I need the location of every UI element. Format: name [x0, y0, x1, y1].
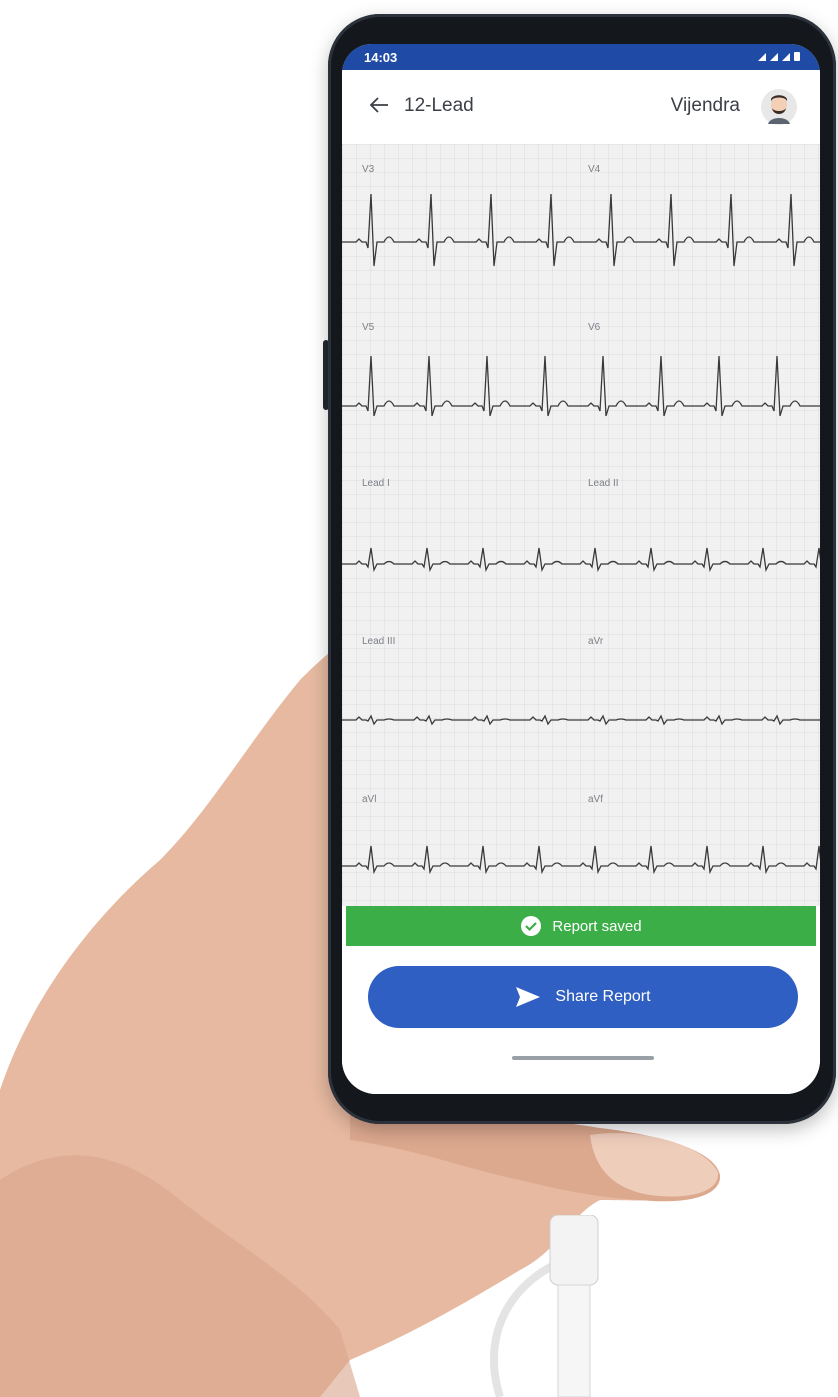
signal-battery-icon — [758, 52, 800, 61]
banner-text: Report saved — [552, 917, 642, 935]
page-title: 12-Lead — [404, 95, 474, 116]
phone-screen: 14:03 12-Lead Vijendra V3 V4 V5 V6 Lead … — [342, 44, 820, 1094]
ecg-traces — [342, 193, 820, 875]
status-bar: 14:03 — [342, 44, 820, 70]
avatar[interactable] — [760, 88, 798, 126]
app-bar: 12-Lead Vijendra — [342, 70, 820, 144]
ecg-trace-row-5 — [342, 845, 820, 875]
usb-cable — [489, 1215, 599, 1397]
check-circle-icon — [521, 916, 542, 936]
ecg-trace-row-3 — [342, 547, 820, 573]
ecg-grid: V3 V4 V5 V6 Lead I Lead II Lead III aVr … — [342, 144, 820, 906]
share-button-label: Share Report — [555, 988, 651, 1005]
status-icons — [756, 50, 802, 65]
bottom-action-area: Share Report — [342, 946, 820, 1094]
ecg-trace-row-1 — [342, 193, 820, 267]
ecg-trace-row-4 — [342, 714, 820, 726]
home-indicator[interactable] — [512, 1056, 654, 1060]
status-time: 14:03 — [364, 50, 398, 65]
share-report-button[interactable]: Share Report — [368, 966, 798, 1028]
user-name: Vijendra — [670, 95, 740, 116]
report-saved-banner: Report saved — [346, 906, 816, 946]
back-arrow-icon[interactable] — [368, 94, 390, 116]
ecg-trace-row-2 — [342, 355, 820, 417]
send-icon — [516, 987, 541, 1007]
